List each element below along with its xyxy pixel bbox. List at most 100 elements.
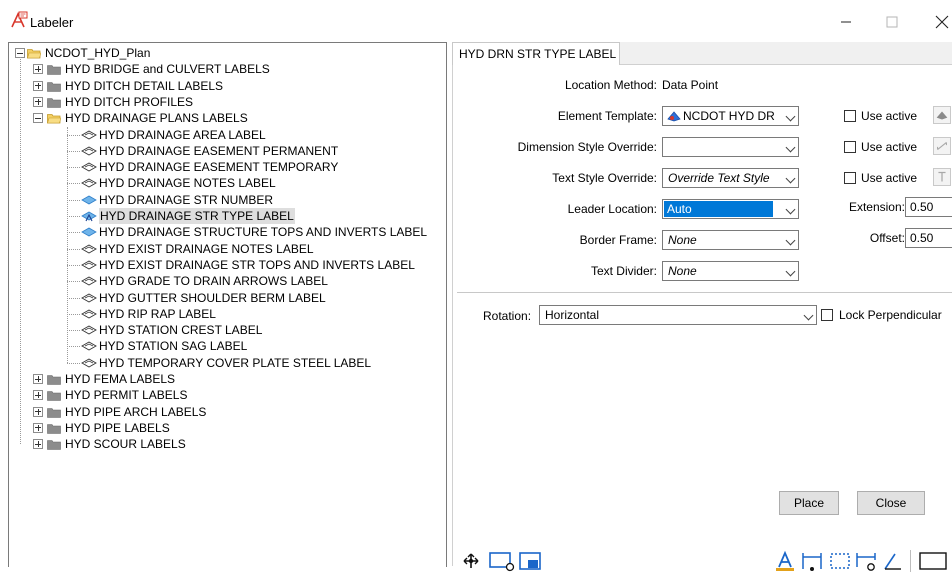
tree-item-label: HYD GUTTER SHOULDER BERM LABEL (99, 290, 326, 305)
dimension-width-icon[interactable] (800, 550, 824, 572)
use-active-checkbox-3[interactable] (844, 172, 856, 184)
minimize-icon[interactable] (836, 12, 856, 32)
tree-connector (67, 183, 80, 185)
offset-label: Offset: (869, 231, 905, 245)
rotation-dropdown[interactable]: Horizontal (539, 305, 817, 325)
tree-group[interactable]: HYD PIPE LABELS (9, 420, 445, 436)
tree-group[interactable]: HYD PERMIT LABELS (9, 387, 445, 403)
collapse-icon[interactable] (33, 113, 43, 124)
tree-connector (67, 313, 80, 315)
tree-connector (67, 248, 80, 250)
dimension-style-label: Dimension Style Override: (517, 140, 657, 154)
tree-connector (67, 167, 80, 169)
dimension-style-icon[interactable] (933, 137, 951, 155)
tree-group[interactable]: HYD DITCH DETAIL LABELS (9, 78, 445, 94)
close-icon[interactable] (932, 12, 952, 32)
tree-item-label: HYD RIP RAP LABEL (99, 306, 216, 321)
tree-item-label: HYD DRAINAGE STRUCTURE TOPS AND INVERTS … (99, 225, 428, 240)
tree-connector (67, 134, 80, 136)
tree-item-label: HYD SCOUR LABELS (65, 437, 186, 452)
folder-icon (47, 422, 61, 434)
pick-template-icon[interactable] (933, 106, 951, 124)
window-title: Labeler (30, 15, 74, 30)
element-template-label: Element Template: (557, 109, 657, 123)
tree-group[interactable]: HYD BRIDGE and CULVERT LABELS (9, 61, 445, 77)
expand-icon[interactable] (33, 374, 43, 384)
chevron-down-icon (803, 310, 814, 321)
element-template-dropdown[interactable]: NCDOT HYD DR (662, 106, 799, 126)
leader-location-dropdown[interactable]: Auto (662, 199, 799, 219)
tree-group[interactable]: HYD PIPE ARCH LABELS (9, 404, 445, 420)
text-divider-dropdown[interactable]: None (662, 261, 799, 281)
tree-connector (67, 216, 80, 217)
dimension-frame-icon[interactable] (828, 550, 852, 572)
maximize-icon[interactable] (882, 12, 902, 32)
text-style-dropdown[interactable]: Override Text Style (662, 168, 799, 188)
label-tree[interactable]: NCDOT_HYD_Plan HYD BRIDGE and CULVERT LAB… (8, 42, 447, 567)
tree-connector (67, 126, 68, 363)
use-active-checkbox-1[interactable] (844, 110, 856, 122)
tree-group[interactable]: HYD SCOUR LABELS (9, 436, 445, 452)
tree-item-label: HYD TEMPORARY COVER PLATE STEEL LABEL (99, 355, 372, 370)
text-style-value: Override Text Style (668, 171, 770, 185)
text-style-icon[interactable] (933, 168, 951, 186)
border-frame-dropdown[interactable]: None (662, 230, 799, 250)
leader-angle-icon[interactable] (882, 550, 904, 572)
dimension-attach-icon[interactable] (854, 550, 878, 572)
tree-connector (67, 199, 80, 201)
leader-location-label: Leader Location: (567, 202, 657, 216)
tree-item-label: HYD DRAINAGE AREA LABEL (99, 127, 266, 142)
tree-connector (67, 297, 80, 299)
label-icon (81, 324, 97, 336)
close-button[interactable]: Close (857, 491, 925, 515)
tree-item-label: HYD FEMA LABELS (65, 372, 176, 386)
expand-icon[interactable] (33, 422, 43, 433)
lock-perpendicular-label: Lock Perpendicular (839, 308, 942, 322)
frame-label-icon[interactable] (918, 550, 948, 572)
place-button[interactable]: Place (779, 491, 839, 515)
expand-icon[interactable] (33, 80, 43, 91)
expand-icon[interactable] (33, 64, 43, 75)
tree-item-label: HYD DRAINAGE STR TYPE LABEL (99, 208, 295, 224)
folder-icon (47, 406, 61, 418)
element-template-icon (667, 111, 681, 122)
rotation-label: Rotation: (483, 309, 532, 323)
extension-label: Extension: (848, 200, 905, 214)
move-label-icon[interactable] (460, 550, 482, 572)
label-icon (81, 275, 97, 287)
tree-connector (67, 232, 80, 234)
attach-label-icon[interactable] (488, 550, 516, 572)
tree-item-label: HYD PIPE ARCH LABELS (65, 404, 207, 419)
tree-connector (67, 264, 80, 266)
tree-item-label: HYD EXIST DRAINAGE NOTES LABEL (99, 241, 314, 256)
label-icon (81, 292, 97, 304)
tree-item-label: HYD DRAINAGE PLANS LABELS (65, 111, 248, 126)
expand-icon[interactable] (33, 390, 43, 401)
use-active-label-3: Use active (861, 171, 918, 185)
label-properties-icon[interactable] (518, 550, 544, 572)
label-icon (81, 340, 97, 352)
use-active-checkbox-2[interactable] (844, 141, 856, 153)
text-underline-icon[interactable] (774, 550, 796, 572)
tree-group-open[interactable]: HYD DRAINAGE PLANS LABELS (9, 110, 445, 126)
expand-icon[interactable] (33, 96, 43, 107)
tree-item-label: HYD DRAINAGE EASEMENT PERMANENT (99, 143, 339, 158)
tree-connector (67, 150, 80, 152)
chevron-down-icon (785, 235, 796, 246)
tree-group[interactable]: HYD DITCH PROFILES (9, 94, 445, 110)
tab-label-settings[interactable]: HYD DRN STR TYPE LABEL (452, 42, 620, 65)
label-icon (81, 308, 97, 320)
tree-group[interactable]: HYD FEMA LABELS (9, 371, 445, 387)
label-icon (81, 357, 97, 369)
expand-icon[interactable] (33, 439, 43, 450)
element-template-value: NCDOT HYD DR (683, 109, 775, 123)
expand-icon[interactable] (33, 406, 43, 417)
dimension-style-dropdown[interactable] (662, 137, 799, 157)
label-icon (81, 177, 97, 189)
lock-perpendicular-checkbox[interactable] (821, 309, 833, 321)
extension-input[interactable]: 0.50 (905, 197, 952, 217)
tree-root[interactable]: NCDOT_HYD_Plan (9, 45, 445, 61)
label-icon (81, 129, 97, 141)
offset-input[interactable]: 0.50 (905, 228, 952, 248)
leader-location-value: Auto (664, 201, 773, 217)
